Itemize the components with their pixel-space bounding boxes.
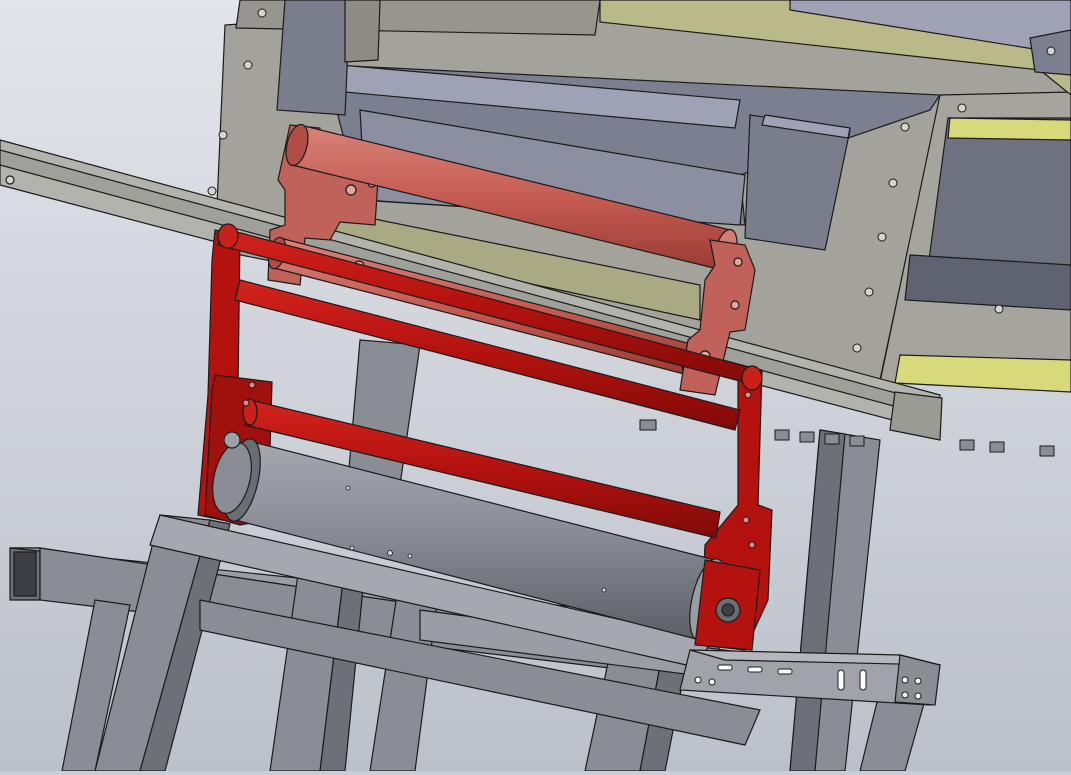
cad-scene — [0, 0, 1071, 772]
cad-viewport[interactable] — [0, 0, 1071, 772]
red-bearing-plate — [694, 559, 761, 651]
